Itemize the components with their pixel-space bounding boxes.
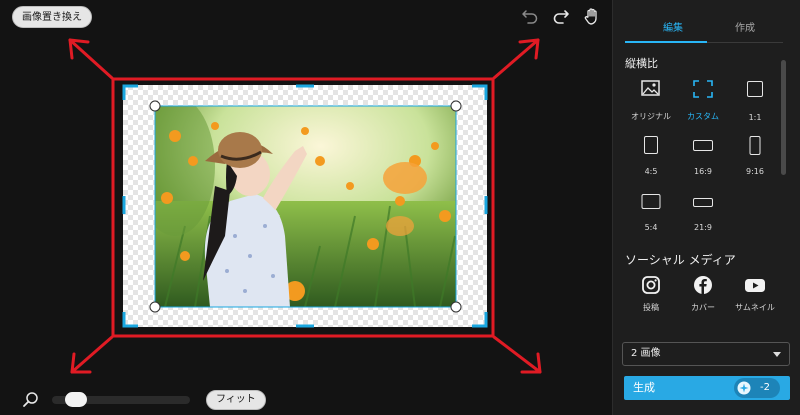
aspect-ratio-heading: 縦横比 xyxy=(625,57,658,70)
arrow-bottom-left xyxy=(70,335,114,374)
generate-button[interactable]: 生成 -2 xyxy=(624,376,790,400)
zoom-search-icon xyxy=(23,392,38,407)
ratio-label: 4:5 xyxy=(644,167,658,176)
hand-pan-icon[interactable] xyxy=(582,6,602,26)
ratio-original[interactable]: オリジナル xyxy=(625,78,677,122)
ratio-label: オリジナル xyxy=(631,112,671,121)
image-count-value: 2 画像 xyxy=(631,348,661,359)
redo-icon[interactable] xyxy=(551,6,571,26)
caret-down-icon xyxy=(773,352,781,357)
social-label: 投稿 xyxy=(643,303,659,312)
ratio-9-16[interactable]: 9:16 xyxy=(729,132,781,176)
ratio-label: 1:1 xyxy=(748,113,762,122)
ratio-label: 16:9 xyxy=(694,167,712,176)
ratio-21-9[interactable]: 21:9 xyxy=(677,188,729,232)
ratio-9-16-icon xyxy=(749,136,761,155)
ratio-label: 5:4 xyxy=(644,223,658,232)
ratio-label: 21:9 xyxy=(694,223,712,232)
ratio-5-4[interactable]: 5:4 xyxy=(625,188,677,232)
ratio-1-1[interactable]: 1:1 xyxy=(729,78,781,122)
generate-label: 生成 xyxy=(633,381,655,394)
arrow-bottom-right xyxy=(492,335,542,374)
social-media-heading: ソーシャル メディア xyxy=(625,253,736,267)
panel-scrollbar[interactable] xyxy=(781,60,786,175)
social-label: カバー xyxy=(691,303,715,312)
source-photo xyxy=(155,106,456,307)
custom-crop-icon xyxy=(693,80,713,98)
tab-create[interactable]: 作成 xyxy=(715,19,775,34)
ratio-5-4-icon xyxy=(641,194,661,209)
canvas-area[interactable]: 画像置き換え フィット xyxy=(0,0,612,415)
tab-edit[interactable]: 編集 xyxy=(643,19,703,34)
credit-sparkle-icon xyxy=(737,381,751,395)
zoom-slider-thumb[interactable] xyxy=(65,392,88,407)
arrow-top-left xyxy=(68,38,114,80)
replace-image-button[interactable]: 画像置き換え xyxy=(12,6,92,28)
social-instagram-post[interactable]: 投稿 xyxy=(625,275,677,319)
undo-icon[interactable] xyxy=(520,6,540,26)
ratio-16-9[interactable]: 16:9 xyxy=(677,132,729,176)
ratio-custom[interactable]: カスタム xyxy=(677,78,729,122)
ratio-21-9-icon xyxy=(693,198,713,207)
ratio-label: カスタム xyxy=(687,112,719,121)
social-label: サムネイル xyxy=(735,303,775,312)
instagram-icon xyxy=(642,276,660,294)
ratio-label: 9:16 xyxy=(746,167,764,176)
youtube-icon xyxy=(745,279,765,292)
facebook-icon xyxy=(694,276,712,294)
ratio-4-5-icon xyxy=(644,136,658,154)
active-tab-indicator xyxy=(625,41,707,43)
image-icon xyxy=(641,80,660,96)
image-count-select[interactable]: 2 画像 xyxy=(622,342,790,366)
ratio-1-1-icon xyxy=(747,81,763,97)
credit-cost-badge: -2 xyxy=(734,378,780,398)
ratio-4-5[interactable]: 4:5 xyxy=(625,132,677,176)
arrow-top-right xyxy=(492,38,540,80)
social-youtube-thumbnail[interactable]: サムネイル xyxy=(729,275,781,319)
fit-button[interactable]: フィット xyxy=(206,390,266,410)
social-facebook-cover[interactable]: カバー xyxy=(677,275,729,319)
credit-cost-value: -2 xyxy=(760,382,770,393)
ratio-16-9-icon xyxy=(693,140,713,151)
